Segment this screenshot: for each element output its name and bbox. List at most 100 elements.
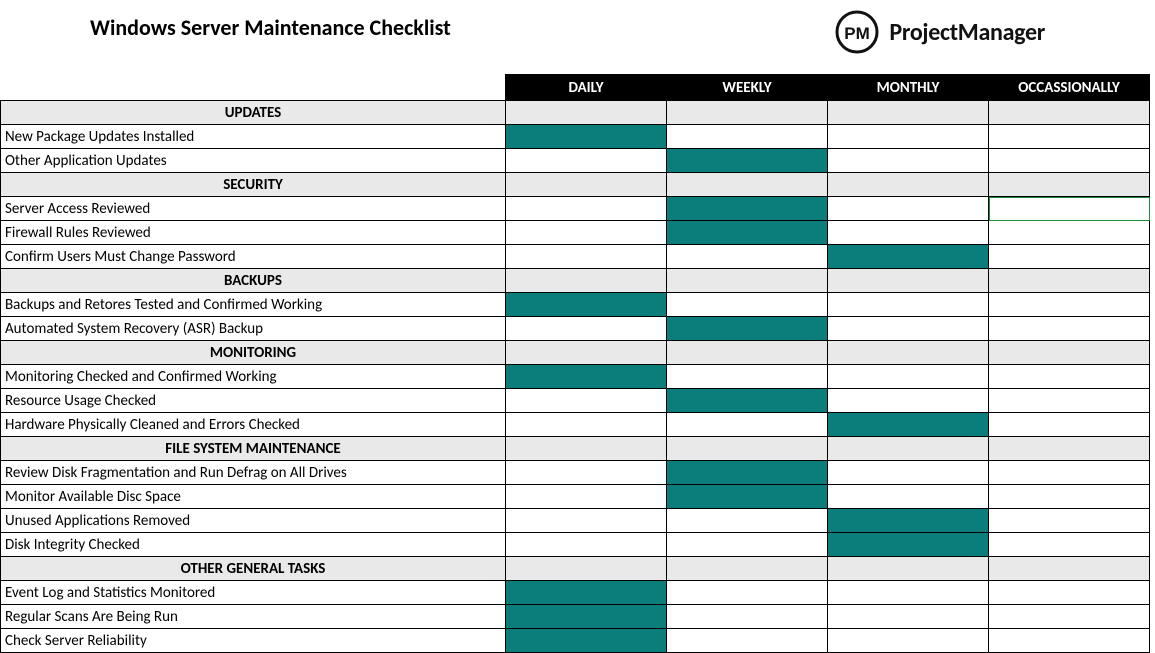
task-label[interactable]: Unused Applications Removed — [1, 509, 506, 533]
freq-cell[interactable] — [828, 605, 989, 629]
freq-cell[interactable] — [506, 365, 667, 389]
freq-cell[interactable] — [989, 245, 1150, 269]
section-freq-cell[interactable] — [989, 437, 1150, 461]
section-freq-cell[interactable] — [989, 101, 1150, 125]
freq-cell[interactable] — [506, 221, 667, 245]
section-freq-cell[interactable] — [989, 557, 1150, 581]
col-header-monthly[interactable]: MONTHLY — [828, 75, 989, 101]
section-freq-cell[interactable] — [506, 101, 667, 125]
freq-cell[interactable] — [506, 317, 667, 341]
task-label[interactable]: Resource Usage Checked — [1, 389, 506, 413]
section-freq-cell[interactable] — [506, 341, 667, 365]
freq-cell[interactable] — [828, 461, 989, 485]
freq-cell[interactable] — [506, 461, 667, 485]
section-freq-cell[interactable] — [667, 341, 828, 365]
freq-cell[interactable] — [667, 125, 828, 149]
task-label[interactable]: Other Application Updates — [1, 149, 506, 173]
freq-cell[interactable] — [506, 389, 667, 413]
task-label[interactable]: Confirm Users Must Change Password — [1, 245, 506, 269]
section-freq-cell[interactable] — [828, 173, 989, 197]
freq-cell[interactable] — [989, 413, 1150, 437]
task-label[interactable]: Disk Integrity Checked — [1, 533, 506, 557]
section-freq-cell[interactable] — [667, 437, 828, 461]
section-freq-cell[interactable] — [989, 341, 1150, 365]
freq-cell[interactable] — [828, 197, 989, 221]
freq-cell[interactable] — [989, 485, 1150, 509]
freq-cell[interactable] — [828, 149, 989, 173]
freq-cell[interactable] — [828, 533, 989, 557]
col-header-daily[interactable]: DAILY — [506, 75, 667, 101]
task-label[interactable]: Firewall Rules Reviewed — [1, 221, 506, 245]
task-label[interactable]: Event Log and Statistics Monitored — [1, 581, 506, 605]
freq-cell[interactable] — [667, 293, 828, 317]
freq-cell[interactable] — [828, 125, 989, 149]
freq-cell[interactable] — [989, 221, 1150, 245]
task-label[interactable]: Backups and Retores Tested and Confirmed… — [1, 293, 506, 317]
task-label[interactable]: New Package Updates Installed — [1, 125, 506, 149]
freq-cell[interactable] — [667, 365, 828, 389]
freq-cell[interactable] — [828, 245, 989, 269]
freq-cell[interactable] — [828, 581, 989, 605]
freq-cell[interactable] — [828, 221, 989, 245]
task-label[interactable]: Review Disk Fragmentation and Run Defrag… — [1, 461, 506, 485]
freq-cell[interactable] — [667, 197, 828, 221]
freq-cell[interactable] — [828, 485, 989, 509]
freq-cell[interactable] — [828, 365, 989, 389]
task-label[interactable]: Hardware Physically Cleaned and Errors C… — [1, 413, 506, 437]
freq-cell[interactable] — [506, 125, 667, 149]
freq-cell[interactable] — [989, 125, 1150, 149]
freq-cell[interactable] — [506, 413, 667, 437]
section-freq-cell[interactable] — [828, 437, 989, 461]
task-label[interactable]: Automated System Recovery (ASR) Backup — [1, 317, 506, 341]
freq-cell[interactable] — [667, 485, 828, 509]
task-label[interactable]: Server Access Reviewed — [1, 197, 506, 221]
freq-cell[interactable] — [506, 509, 667, 533]
section-freq-cell[interactable] — [667, 557, 828, 581]
freq-cell[interactable] — [828, 293, 989, 317]
freq-cell[interactable] — [667, 149, 828, 173]
freq-cell[interactable] — [506, 245, 667, 269]
section-freq-cell[interactable] — [989, 269, 1150, 293]
freq-cell[interactable] — [506, 581, 667, 605]
section-freq-cell[interactable] — [667, 101, 828, 125]
freq-cell[interactable] — [989, 389, 1150, 413]
freq-cell[interactable] — [667, 461, 828, 485]
section-freq-cell[interactable] — [506, 437, 667, 461]
freq-cell[interactable] — [989, 365, 1150, 389]
freq-cell[interactable] — [667, 389, 828, 413]
freq-cell[interactable] — [667, 221, 828, 245]
freq-cell[interactable] — [506, 293, 667, 317]
freq-cell[interactable] — [667, 629, 828, 653]
section-freq-cell[interactable] — [989, 173, 1150, 197]
freq-cell[interactable] — [828, 509, 989, 533]
freq-cell[interactable] — [667, 605, 828, 629]
task-label[interactable]: Regular Scans Are Being Run — [1, 605, 506, 629]
task-label[interactable]: Monitoring Checked and Confirmed Working — [1, 365, 506, 389]
section-freq-cell[interactable] — [667, 269, 828, 293]
col-header-weekly[interactable]: WEEKLY — [667, 75, 828, 101]
freq-cell[interactable] — [828, 389, 989, 413]
freq-cell[interactable] — [989, 533, 1150, 557]
freq-cell[interactable] — [989, 149, 1150, 173]
freq-cell[interactable] — [667, 533, 828, 557]
freq-cell[interactable] — [828, 317, 989, 341]
freq-cell[interactable] — [506, 533, 667, 557]
section-freq-cell[interactable] — [506, 269, 667, 293]
freq-cell[interactable] — [989, 293, 1150, 317]
freq-cell[interactable] — [506, 197, 667, 221]
section-freq-cell[interactable] — [667, 173, 828, 197]
section-freq-cell[interactable] — [828, 269, 989, 293]
task-label[interactable]: Check Server Reliability — [1, 629, 506, 653]
freq-cell[interactable] — [667, 509, 828, 533]
section-freq-cell[interactable] — [506, 557, 667, 581]
section-freq-cell[interactable] — [828, 341, 989, 365]
freq-cell[interactable] — [989, 629, 1150, 653]
freq-cell[interactable] — [506, 629, 667, 653]
freq-cell[interactable] — [989, 605, 1150, 629]
task-label[interactable]: Monitor Available Disc Space — [1, 485, 506, 509]
freq-cell[interactable] — [989, 509, 1150, 533]
freq-cell[interactable] — [989, 197, 1150, 221]
freq-cell[interactable] — [506, 605, 667, 629]
section-freq-cell[interactable] — [506, 173, 667, 197]
freq-cell[interactable] — [828, 629, 989, 653]
